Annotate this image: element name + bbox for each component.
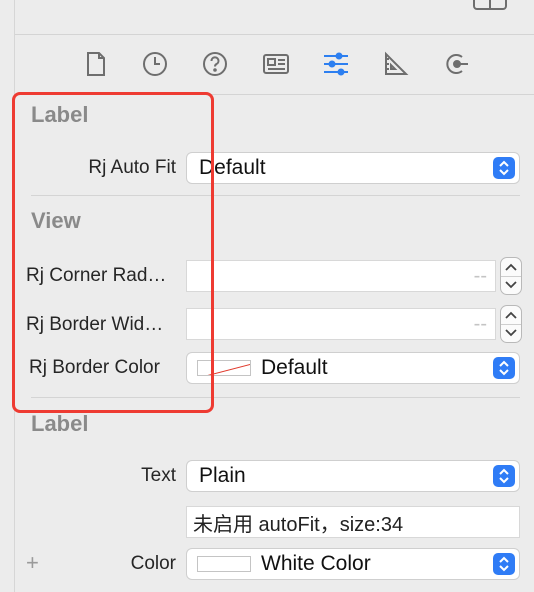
border-color-popup[interactable]: Default	[186, 352, 520, 384]
highlight-annotation-box	[12, 92, 214, 413]
chevron-updown-icon	[493, 465, 515, 487]
section-title-label: Label	[31, 411, 89, 436]
color-popup[interactable]: White Color	[186, 548, 520, 580]
border-width-field[interactable]: --	[186, 308, 496, 340]
connections-inspector-icon[interactable]	[440, 48, 472, 80]
size-inspector-icon[interactable]	[380, 48, 412, 80]
color-value: White Color	[261, 552, 371, 575]
color-swatch	[197, 556, 251, 572]
file-inspector-icon[interactable]	[80, 48, 112, 80]
quick-help-icon[interactable]	[199, 48, 231, 80]
identity-inspector-icon[interactable]	[260, 48, 292, 80]
layout-toggle-icon[interactable]	[473, 0, 507, 10]
text-type-popup[interactable]: Plain	[186, 460, 520, 492]
chevron-updown-icon	[493, 357, 515, 379]
border-width-stepper[interactable]	[500, 305, 522, 343]
chevron-updown-icon	[493, 553, 515, 575]
text-content-field[interactable]: 未启用 autoFit，size:34	[186, 506, 520, 538]
corner-radius-value: --	[473, 264, 487, 287]
corner-radius-stepper[interactable]	[500, 257, 522, 295]
color-label: Color	[130, 553, 176, 574]
corner-radius-field[interactable]: --	[186, 260, 496, 292]
border-width-value: --	[473, 312, 487, 335]
text-content-value: 未启用 autoFit，size:34	[193, 513, 404, 536]
border-color-value: Default	[261, 356, 328, 379]
chevron-updown-icon	[493, 157, 515, 179]
text-label: Text	[141, 465, 176, 486]
history-inspector-icon[interactable]	[139, 48, 171, 80]
auto-fit-popup[interactable]: Default	[186, 152, 520, 184]
top-separator	[15, 34, 534, 35]
attributes-inspector-icon[interactable]	[320, 48, 352, 80]
text-type-value: Plain	[199, 464, 246, 487]
add-variation-button[interactable]: +	[26, 550, 39, 576]
